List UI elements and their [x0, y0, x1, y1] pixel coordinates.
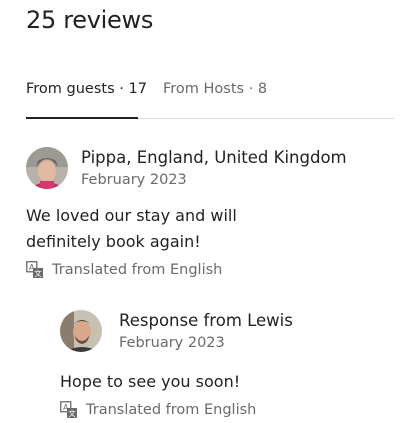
translate-icon: A 文 [60, 401, 78, 419]
review-date: February 2023 [81, 172, 187, 188]
review-text: We loved our stay and will definitely bo… [26, 203, 237, 255]
host-response-text: Hope to see you soon! [60, 372, 241, 391]
host-translated-label: Translated from English [86, 402, 257, 418]
translated-label: Translated from English [52, 262, 223, 278]
host-response-date: February 2023 [119, 335, 225, 351]
reviewer-name[interactable]: Pippa, England, United Kingdom [81, 148, 347, 167]
active-tab-indicator [26, 117, 138, 119]
page-title: 25 reviews [26, 6, 154, 34]
tab-from-hosts[interactable]: From Hosts · 8 [163, 81, 267, 97]
review-tabs: From guests · 17 From Hosts · 8 [26, 78, 394, 119]
host-translated-note[interactable]: A 文 Translated from English [60, 401, 256, 419]
review-text-line-2: definitely book again! [26, 232, 201, 251]
host-response-title: Response from Lewis [119, 311, 293, 330]
review-text-line-1: We loved our stay and will [26, 206, 237, 225]
tab-from-guests[interactable]: From guests · 17 [26, 81, 147, 97]
host-avatar[interactable] [60, 310, 102, 352]
svg-text:文: 文 [34, 268, 42, 278]
translated-note[interactable]: A 文 Translated from English [26, 261, 222, 279]
reviewer-avatar[interactable] [26, 147, 68, 189]
translate-icon: A 文 [26, 261, 44, 279]
svg-text:文: 文 [68, 408, 76, 418]
